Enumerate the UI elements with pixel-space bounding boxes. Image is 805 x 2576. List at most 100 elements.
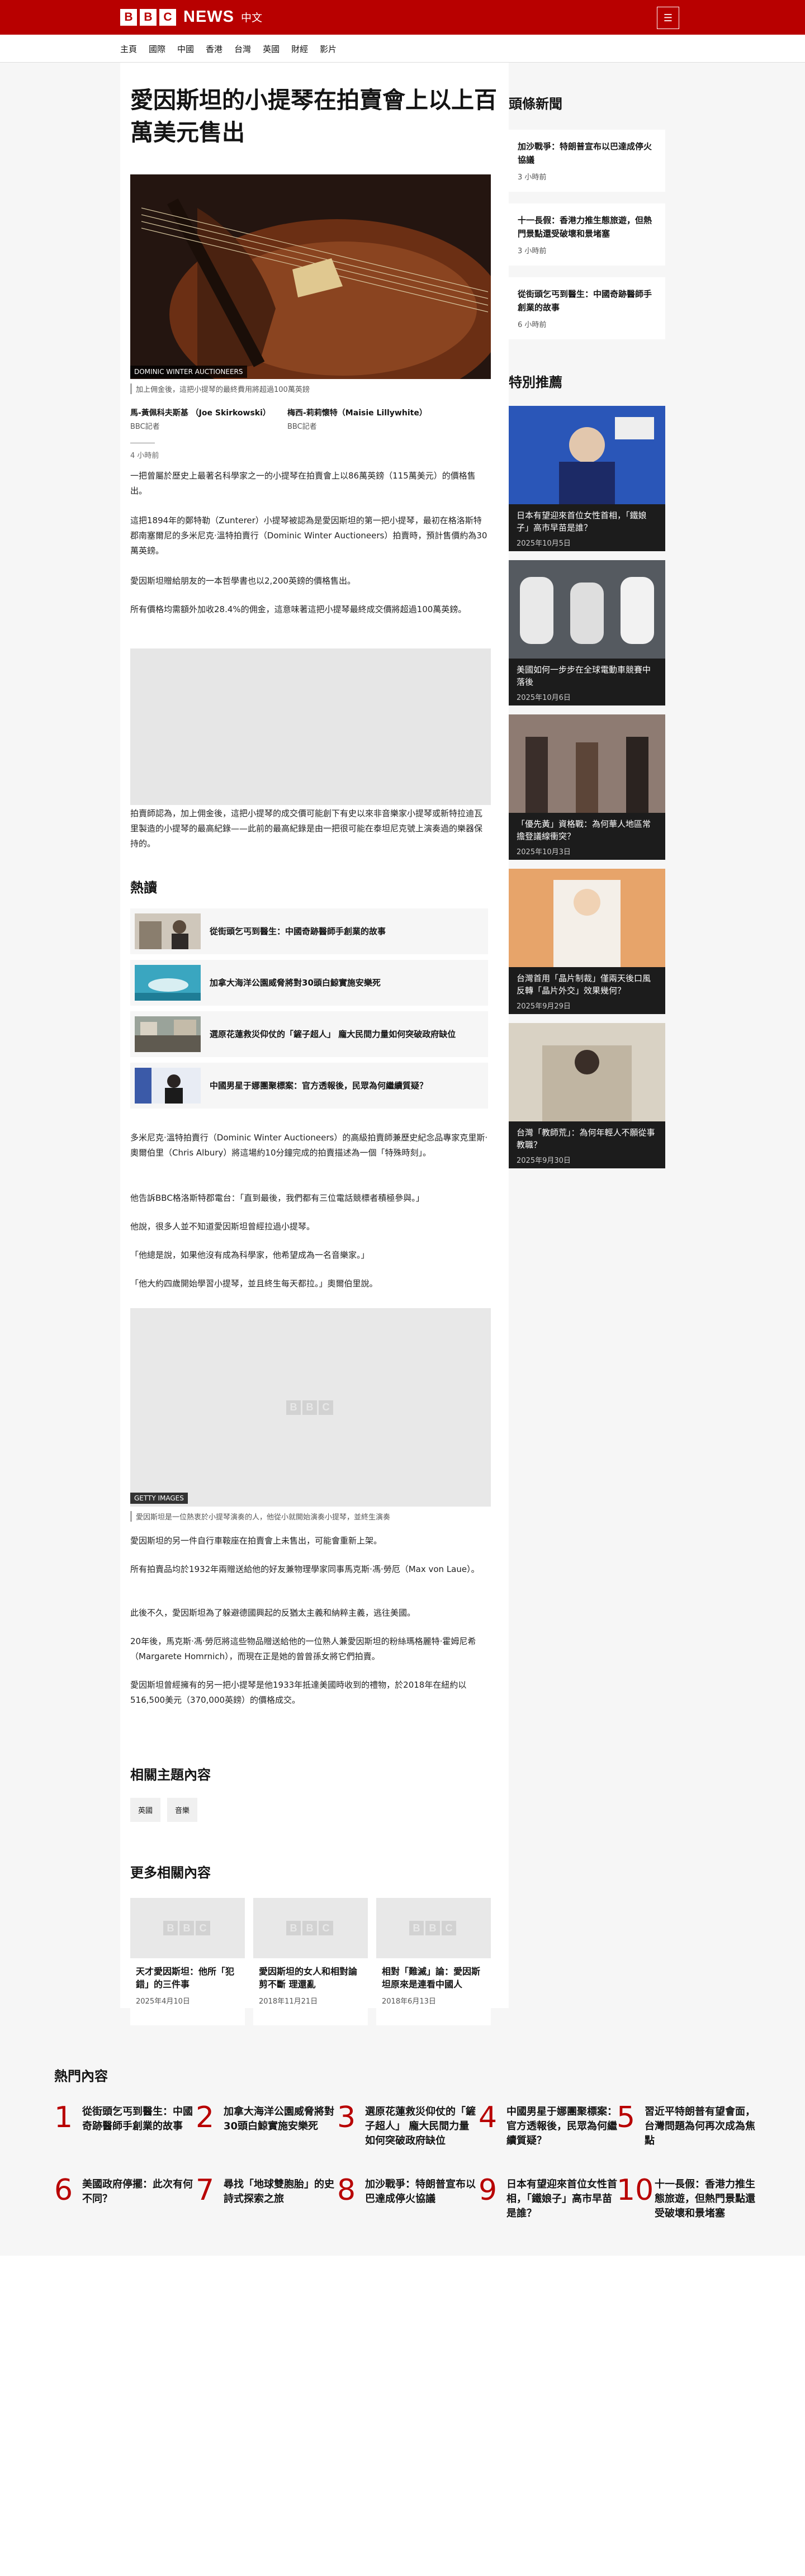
related-thumb xyxy=(135,913,201,949)
paragraph: 多米尼克·溫特拍賣行（Dominic Winter Auctioneers）的高… xyxy=(130,1133,488,1158)
more-card-date: 2018年11月21日 xyxy=(259,1997,318,2006)
logo-news: NEWS xyxy=(183,8,234,26)
top-story[interactable]: 從街頭乞丐到醫生：中國奇跡醫師手創業的故事 6 小時前 xyxy=(509,277,665,339)
featured-card[interactable]: 美國如何一步步在全球電動車競賽中落後 2025年10月6日 xyxy=(509,560,665,705)
more-card[interactable]: BBC 愛因斯坦的女人和相對論 剪不斷 理還亂 2018年11月21日 xyxy=(253,1898,368,2025)
most-read-item[interactable]: 3 選原花蓮救災仰仗的「鏟子超人」 龐大民間力量如何突破政府缺位 xyxy=(337,2103,477,2148)
image-caption: 愛因斯坦是一位熱衷於小提琴演奏的人，他從小就開始演奏小提琴，並終生演奏 xyxy=(130,1511,390,1522)
placeholder-logo-letter: B xyxy=(302,1921,317,1935)
nav-item-world[interactable]: 國際 xyxy=(149,43,165,55)
most-read-item[interactable]: 5 習近平特朗普有望會面，台灣問題為何再次成為焦點 xyxy=(617,2103,756,2148)
top-story[interactable]: 加沙戰爭：特朗普宣布以巴達成停火協議 3 小時前 xyxy=(509,130,665,192)
most-read-item[interactable]: 7 尋找「地球雙胞胎」的史詩式探索之旅 xyxy=(196,2176,335,2206)
author-role: BBC記者 xyxy=(130,423,160,431)
placeholder-logo-letter: B xyxy=(409,1921,424,1935)
most-read-title: 習近平特朗普有望會面，台灣問題為何再次成為焦點 xyxy=(645,2106,755,2147)
more-card-image: BBC xyxy=(130,1898,245,1958)
featured-card[interactable]: 台灣「教師荒」：為何年輕人不願從事教職？ 2025年9月30日 xyxy=(509,1023,665,1168)
featured-card[interactable]: 台灣首用「晶片制裁」僅兩天後口風反轉「晶片外交」效果幾何？ 2025年9月29日 xyxy=(509,869,665,1014)
more-card-date: 2025年4月10日 xyxy=(136,1997,190,2006)
hero-caption: 加上佣金後，這把小提琴的最終費用將超過100萬英鎊 xyxy=(130,383,310,394)
most-read-item[interactable]: 4 中國男星于娜團聚標案：官方透報後，民眾為何繼續質疑？ xyxy=(479,2103,618,2148)
most-read-rank: 4 xyxy=(479,2101,498,2134)
featured-date: 2025年9月30日 xyxy=(517,1157,571,1165)
most-read-item[interactable]: 10 十一長假：香港力推生態旅遊，但熱門景點還受破壞和景堵塞 xyxy=(617,2176,756,2221)
most-read-rank: 3 xyxy=(337,2101,356,2134)
most-read-item[interactable]: 2 加拿大海洋公園威脅將對30頭白鯨實施安樂死 xyxy=(196,2103,335,2134)
most-read-item[interactable]: 1 從街頭乞丐到醫生：中國奇跡醫師手創業的故事 xyxy=(54,2103,194,2134)
most-read-title: 日本有望迎來首位女性首相，「鐵娘子」高市早苗是誰？ xyxy=(506,2179,617,2219)
nav-item-uk[interactable]: 英國 xyxy=(263,43,280,55)
most-read-title: 十一長假：香港力推生態旅遊，但熱門景點還受破壞和景堵塞 xyxy=(655,2179,755,2219)
related-thumb xyxy=(135,965,201,1001)
article-image-2: BBC xyxy=(130,1308,491,1507)
topic-tag[interactable]: 英國 xyxy=(130,1798,161,1822)
author-2: 梅西-莉莉懷特（Maisie Lillywhite） BBC記者 xyxy=(287,407,427,431)
nav-item-home[interactable]: 主頁 xyxy=(120,43,137,55)
featured-card[interactable]: 日本有望迎來首位女性首相，「鐵娘子」高市早苗是誰？ 2025年10月5日 xyxy=(509,406,665,551)
paragraph: 「他總是說，如果他沒有成為科學家，他希望成為一名音樂家。」 xyxy=(130,1250,370,1260)
most-read-item[interactable]: 9 日本有望迎來首位女性首相，「鐵娘子」高市早苗是誰？ xyxy=(479,2176,618,2221)
related-item[interactable]: 選原花蓮救災仰仗的「鏟子超人」 龐大民間力量如何突破政府缺位 xyxy=(130,1011,488,1057)
most-read-rank: 8 xyxy=(337,2174,356,2207)
featured-title: 台灣「教師荒」：為何年輕人不願從事教職？ xyxy=(517,1128,655,1150)
most-read-rank: 2 xyxy=(196,2101,215,2134)
article-title: 愛因斯坦的小提琴在拍賣會上以上百萬美元售出 xyxy=(130,87,497,146)
nav-item-china[interactable]: 中國 xyxy=(177,43,194,55)
featured-card[interactable]: 「優先黃」資格戰：為何華人地區常擔登議線衝突？ 2025年10月3日 xyxy=(509,714,665,860)
paragraph: 一把曾屬於歷史上最著名科學家之一的小提琴在拍賣會上以86萬英鎊（115萬美元）的… xyxy=(130,471,476,496)
placeholder-logo-letter: B xyxy=(286,1921,301,1935)
menu-button[interactable]: ☰ xyxy=(657,7,679,29)
related-item[interactable]: 加拿大海洋公園威脅將對30頭白鯨實施安樂死 xyxy=(130,960,488,1006)
more-card[interactable]: BBC 相對「難滅」論：愛因斯坦原來是連看中國人 2018年6月13日 xyxy=(376,1898,491,2025)
more-card-image: BBC xyxy=(253,1898,368,1958)
nav-item-video[interactable]: 影片 xyxy=(320,43,337,55)
bbc-news-logo[interactable]: B B C NEWS 中文 xyxy=(120,8,262,26)
logo-letter: B xyxy=(120,8,137,26)
page-bottom xyxy=(0,2256,805,2576)
most-read-rank: 1 xyxy=(54,2101,73,2134)
featured-date: 2025年10月6日 xyxy=(517,694,571,702)
top-story[interactable]: 十一長假：香港力推生態旅遊，但熱門景點還受破壞和景堵塞 3 小時前 xyxy=(509,203,665,266)
paragraph: 此後不久，愛因斯坦為了躲避德國興起的反猶太主義和納粹主義，逃往美國。 xyxy=(130,1608,416,1618)
most-read-title: 加沙戰爭：特朗普宣布以巴達成停火協議 xyxy=(365,2179,476,2205)
more-card[interactable]: BBC 天才愛因斯坦：他所「犯錯」的三件事 2025年4月10日 xyxy=(130,1898,245,2025)
nav-item-hongkong[interactable]: 香港 xyxy=(206,43,222,55)
hero-credit: DOMINIC WINTER AUCTIONEERS xyxy=(130,366,247,378)
most-read-item[interactable]: 8 加沙戰爭：特朗普宣布以巴達成停火協議 xyxy=(337,2176,477,2206)
placeholder-logo-letter: C xyxy=(442,1921,456,1935)
hero-image xyxy=(130,174,491,379)
featured-title: 美國如何一步步在全球電動車競賽中落後 xyxy=(517,665,651,687)
article-time: 4 小時前 xyxy=(130,452,159,460)
most-read-title: 中國男星于娜團聚標案：官方透報後，民眾為何繼續質疑？ xyxy=(506,2106,617,2147)
featured-title: 日本有望迎來首位女性首相，「鐵娘子」高市早苗是誰？ xyxy=(517,510,647,533)
author-name: 梅西-莉莉懷特（Maisie Lillywhite） xyxy=(287,409,427,418)
related-item[interactable]: 從街頭乞丐到醫生：中國奇跡醫師手創業的故事 xyxy=(130,908,488,954)
placeholder-logo-letter: C xyxy=(196,1921,210,1935)
most-read-rank: 10 xyxy=(617,2174,654,2207)
most-read-item[interactable]: 6 美國政府停擺：此次有何不同？ xyxy=(54,2176,194,2206)
top-story-title: 加沙戰爭：特朗普宣布以巴達成停火協議 xyxy=(518,141,652,165)
paragraph: 拍賣師認為，加上佣金後，這把小提琴的成交價可能創下有史以來非音樂家小提琴或新特拉… xyxy=(130,808,483,849)
author-role: BBC記者 xyxy=(287,423,317,431)
top-stories-heading: 頭條新聞 xyxy=(509,96,562,112)
paragraph: 他告訴BBC格洛斯特郡電台：「直到最後，我們都有三位電話競標者積極參與。」 xyxy=(130,1193,424,1203)
more-card-title: 相對「難滅」論：愛因斯坦原來是連看中國人 xyxy=(382,1966,481,1990)
paragraph: 愛因斯坦贈給朋友的一本哲學書也以2,200英鎊的價格售出。 xyxy=(130,576,356,586)
featured-title: 台灣首用「晶片制裁」僅兩天後口風反轉「晶片外交」效果幾何？ xyxy=(517,973,651,996)
most-read-title: 從街頭乞丐到醫生：中國奇跡醫師手創業的故事 xyxy=(82,2106,193,2132)
related-thumb xyxy=(135,1016,201,1052)
featured-image xyxy=(509,714,665,813)
featured-image xyxy=(509,869,665,967)
most-read-rank: 7 xyxy=(196,2174,215,2207)
nav-item-taiwan[interactable]: 台灣 xyxy=(234,43,251,55)
featured-date: 2025年10月3日 xyxy=(517,848,571,856)
topic-tag[interactable]: 音樂 xyxy=(167,1798,198,1822)
related-item[interactable]: 中國男星于娜團聚標案：官方透報後，民眾為何繼續質疑？ xyxy=(130,1063,488,1109)
top-story-title: 從街頭乞丐到醫生：中國奇跡醫師手創業的故事 xyxy=(518,289,652,312)
most-read-heading: 熱門內容 xyxy=(54,2068,108,2084)
featured-image xyxy=(509,560,665,659)
nav-item-business[interactable]: 財經 xyxy=(291,43,308,55)
placeholder-logo-letter: B xyxy=(425,1921,440,1935)
more-card-image: BBC xyxy=(376,1898,491,1958)
